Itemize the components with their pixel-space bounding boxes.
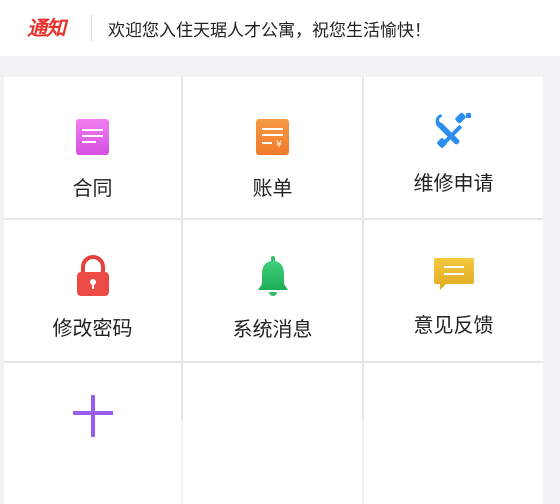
menu-item-contract[interactable]: 合同: [4, 77, 181, 218]
menu-item-more[interactable]: [4, 363, 181, 504]
bill-icon: ¥: [255, 119, 289, 155]
menu-item-empty-2: [364, 363, 543, 504]
menu-item-empty-1: [183, 363, 362, 504]
menu-label-bill: 账单: [252, 176, 293, 200]
bell-icon: [257, 256, 288, 296]
notice-bar: 通知 欢迎您入住天琚人才公寓，祝您生活愉快！: [0, 0, 560, 56]
contract-icon: [75, 119, 109, 155]
menu-label-change-password: 修改密码: [52, 316, 133, 340]
menu-label-repair: 维修申请: [413, 171, 494, 195]
lock-icon: [76, 255, 109, 296]
feedback-icon: [433, 258, 474, 290]
menu-item-change-password[interactable]: 修改密码: [4, 220, 181, 361]
plus-icon: [72, 395, 113, 437]
menu-item-bill[interactable]: ¥ 账单: [183, 77, 362, 218]
service-menu-grid: 合同 ¥ 账单 维修申请 修改密码 系统消息 意见反馈: [4, 77, 543, 504]
menu-item-repair[interactable]: 维修申请: [364, 77, 543, 218]
notice-tag: 通知: [27, 16, 66, 40]
menu-label-feedback: 意见反馈: [413, 313, 494, 337]
svg-text:¥: ¥: [276, 140, 282, 150]
menu-item-feedback[interactable]: 意见反馈: [364, 220, 543, 361]
menu-item-system-messages[interactable]: 系统消息: [183, 220, 362, 361]
repair-tools-icon: [435, 112, 471, 148]
notice-divider: [91, 15, 92, 41]
right-gutter: [543, 56, 560, 420]
menu-label-system-messages: 系统消息: [232, 317, 313, 341]
notice-text: 欢迎您入住天琚人才公寓，祝您生活愉快！: [108, 20, 431, 41]
menu-label-contract: 合同: [72, 176, 113, 200]
